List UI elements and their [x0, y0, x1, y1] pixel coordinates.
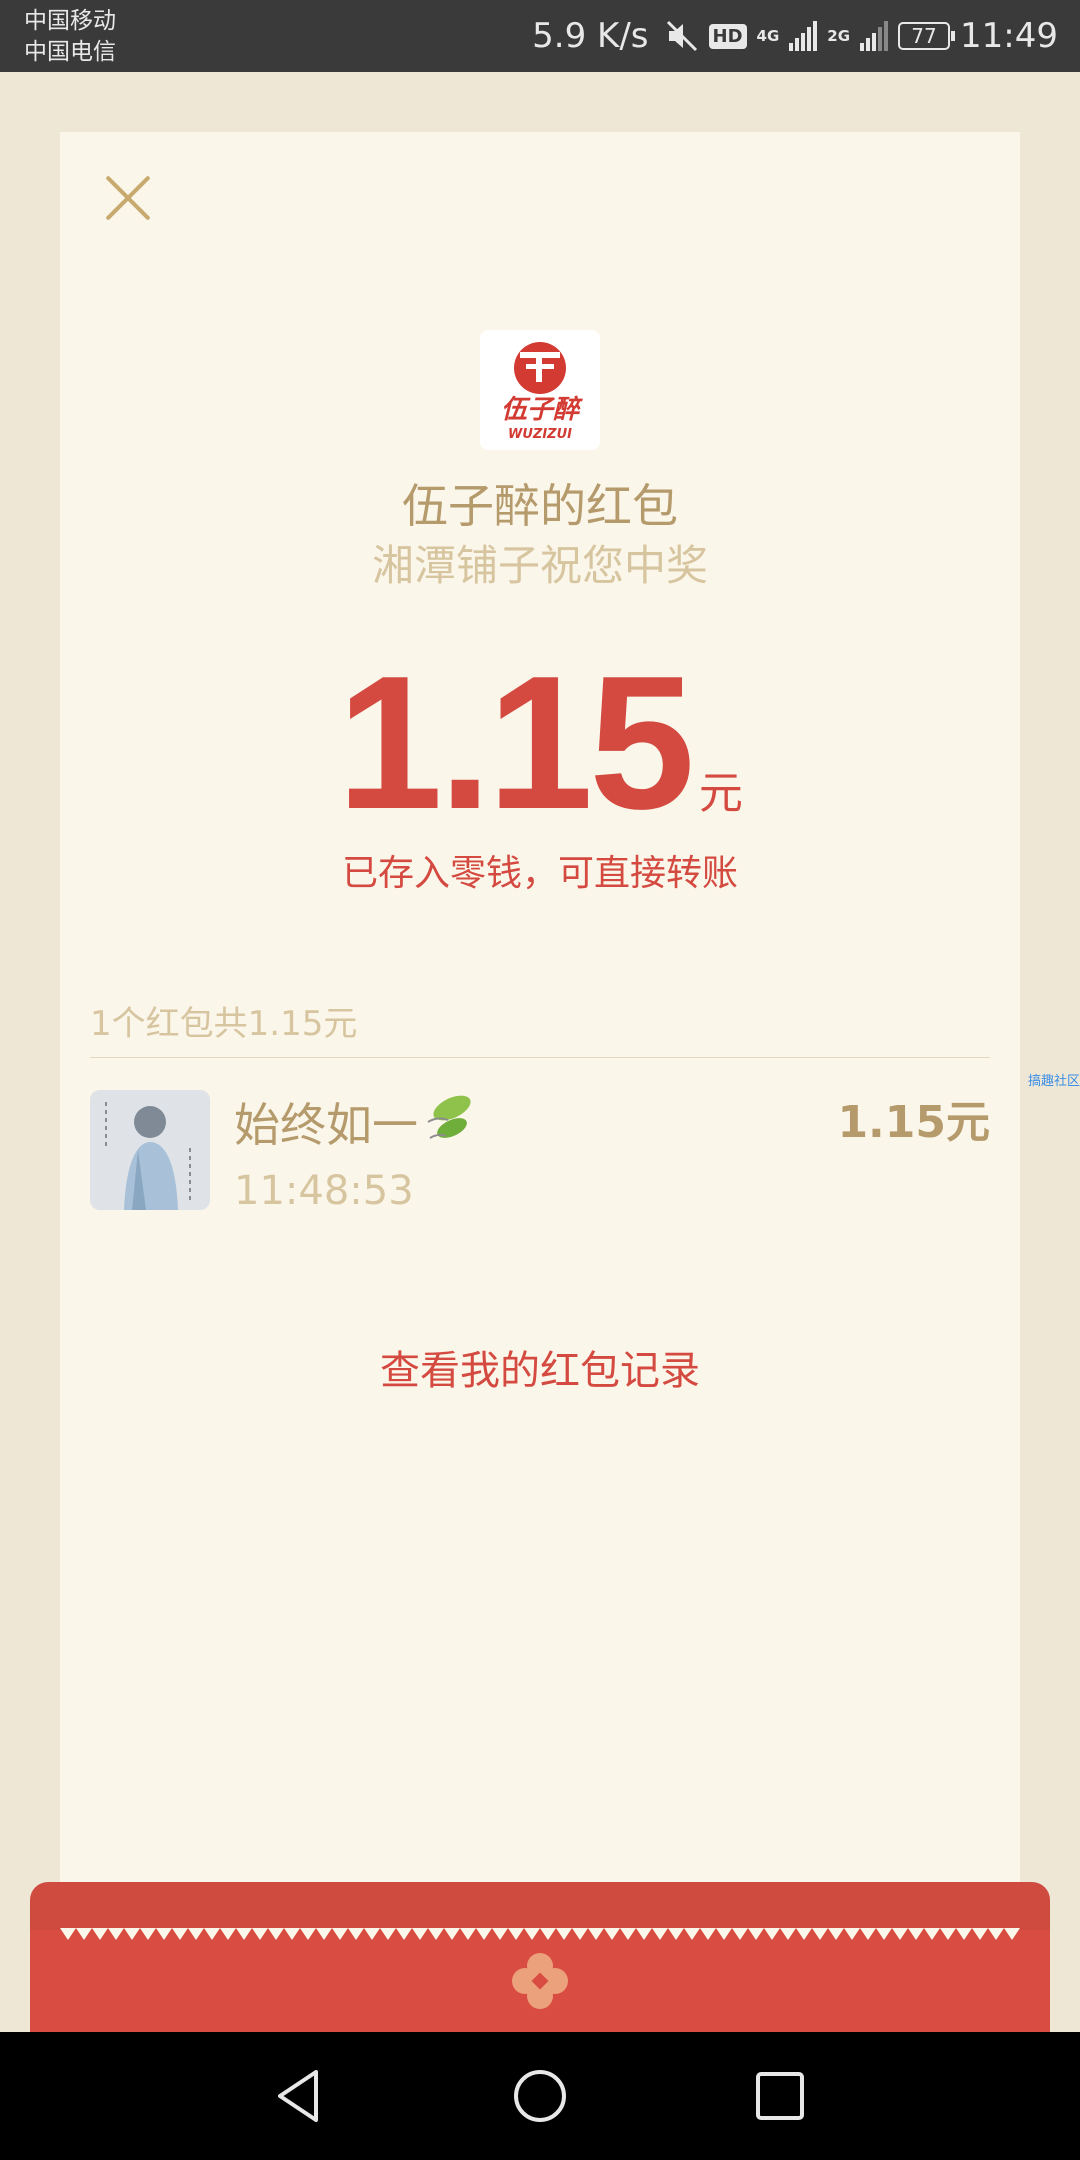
home-circle-icon[interactable]: [510, 2066, 570, 2126]
carrier-2: 中国电信: [24, 39, 116, 65]
sender-logo: 伍子醉 WUZIZUI: [480, 330, 600, 450]
back-triangle-icon[interactable]: [270, 2066, 330, 2126]
network-2g: 2G: [827, 27, 851, 45]
network-4g: 4G: [756, 27, 780, 45]
carrier-1: 中国移动: [24, 8, 116, 34]
close-icon[interactable]: [104, 174, 152, 222]
sender-title: 伍子醉的红包: [402, 479, 678, 533]
flower-seal-icon[interactable]: [510, 1951, 570, 2011]
receive-amount: 1.15元: [837, 1097, 990, 1148]
recent-square-icon[interactable]: [750, 2066, 810, 2126]
logo-text-cn: 伍子醉: [501, 395, 583, 425]
status-bar: 中国移动 中国电信 5.9 K/s HD 4G 2G 77 11:49: [0, 0, 1080, 72]
logo-text-en: WUZIZUI: [508, 427, 572, 442]
mute-icon: [666, 20, 697, 52]
net-speed: 5.9 K/s: [532, 16, 649, 56]
divider: [90, 1057, 990, 1058]
amount-value: 1.15: [337, 637, 695, 849]
signal-icon-2: [860, 21, 889, 51]
carrier-info: 中国移动 中国电信: [24, 6, 116, 68]
hd-badge: HD: [708, 23, 747, 49]
avatar[interactable]: [90, 1090, 210, 1210]
receiver-name: 始终如一: [234, 1098, 418, 1152]
signal-icon: [789, 21, 818, 51]
view-records-link[interactable]: 查看我的红包记录: [0, 1338, 1080, 1396]
battery-icon: 77: [898, 22, 956, 50]
receiver-name-row: 始终如一: [234, 1088, 480, 1156]
watermark: 搞趣社区: [1028, 1074, 1080, 1089]
blessing-text: 湘潭铺子祝您中奖: [371, 541, 708, 590]
receive-time: 11:48:53: [234, 1168, 414, 1214]
amount-unit: 元: [698, 768, 743, 819]
leaf-emoji: [427, 1095, 471, 1139]
change-tip[interactable]: 已存入零钱，可直接转账: [0, 844, 1080, 896]
status-right: 5.9 K/s HD 4G 2G 77 11:49: [532, 0, 1058, 72]
clock: 11:49: [960, 16, 1058, 56]
amount-display: 1.15 元: [0, 648, 1080, 838]
zigzag-edge: [60, 1928, 1020, 1940]
avatar-image: [90, 1090, 210, 1210]
system-nav-bar: [0, 2032, 1080, 2160]
leaf-icon: [422, 1088, 480, 1156]
logo-graphic: 伍子醉 WUZIZUI: [501, 342, 583, 442]
packet-summary: 1个红包共1.15元: [90, 1004, 358, 1044]
